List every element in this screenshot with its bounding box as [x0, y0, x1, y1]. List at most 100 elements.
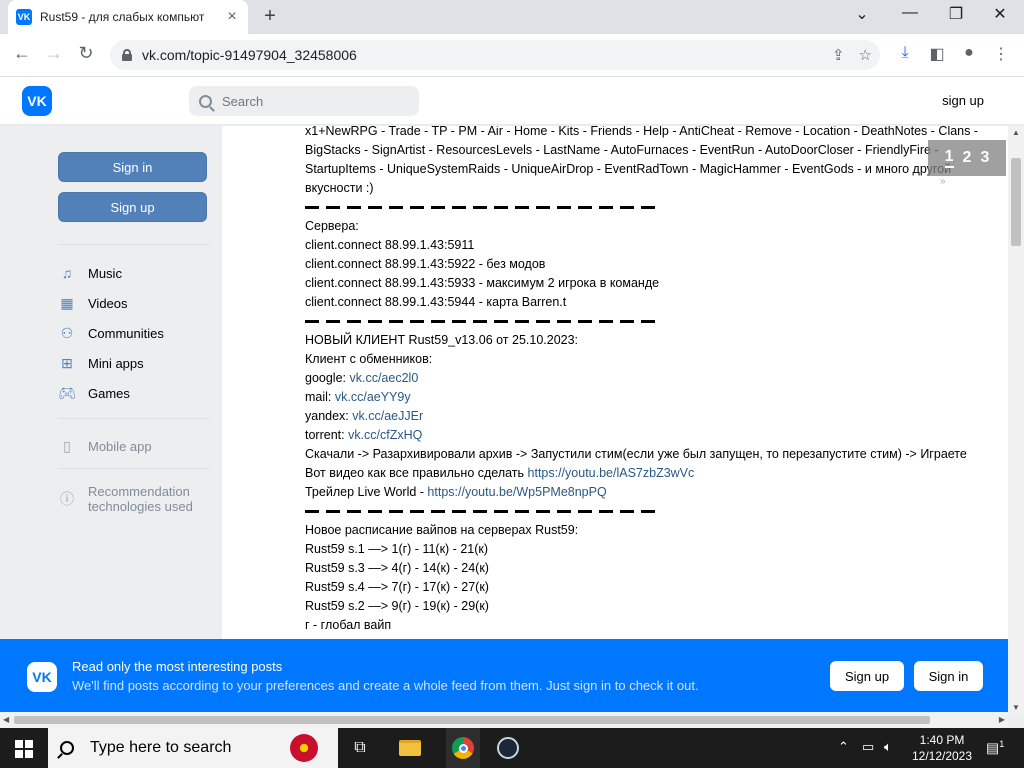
task-view-icon[interactable]: ⧉	[346, 734, 374, 762]
horizontal-scrollbar[interactable]: ◀ ▶	[0, 712, 1008, 728]
page-link-2[interactable]: 2	[963, 149, 972, 167]
network-icon[interactable]: ▭	[862, 739, 874, 755]
menu-kebab-icon[interactable]: ⋮	[990, 44, 1012, 64]
vertical-scroll-thumb[interactable]	[1011, 158, 1021, 246]
sign-in-button[interactable]: Sign in	[58, 152, 207, 182]
trailer-line: Трейлер Live World - https://youtu.be/Wp…	[305, 483, 1005, 502]
restore-icon[interactable]: ❐	[944, 4, 968, 24]
header-signup-link[interactable]: sign up	[942, 93, 984, 108]
file-explorer-icon[interactable]	[396, 734, 424, 762]
browser-toolbar: ← → ↻ vk.com/topic-91497904_32458006 ⇪ ☆…	[0, 34, 1024, 77]
side-panel-icon[interactable]: ◧	[926, 44, 948, 64]
sidebar-item-mobile-app[interactable]: ▯ Mobile app	[58, 437, 151, 455]
separator-line	[305, 312, 1005, 331]
minimize-icon[interactable]: —	[898, 4, 922, 22]
sidebar-item-recommendation[interactable]: ⓘ Recommendation technologies used	[58, 484, 193, 514]
trailer-link[interactable]: https://youtu.be/Wp5PMe8npPQ	[427, 485, 606, 499]
tray-overflow-icon[interactable]: ⌃	[838, 739, 849, 755]
vk-favicon-icon: VK	[16, 9, 32, 25]
mirror-line: google: vk.cc/aec2l0	[305, 369, 1005, 388]
forward-icon[interactable]: →	[42, 43, 66, 64]
sidebar: Sign in Sign up ♫ Music ▦ Videos ⚇ Commu…	[0, 126, 222, 640]
mini-apps-icon: ⊞	[61, 354, 73, 371]
wipe-line: Rust59 s.2 —> 9(г) - 19(к) - 29(к)	[305, 599, 489, 613]
sign-up-button[interactable]: Sign up	[58, 192, 207, 222]
sidebar-item-games[interactable]: 🎮︎ Games	[58, 384, 130, 402]
window-close-icon[interactable]: ✕	[988, 4, 1012, 24]
share-icon[interactable]: ⇪	[832, 46, 845, 64]
banner-sign-in-button[interactable]: Sign in	[914, 661, 983, 691]
close-tab-icon[interactable]: ×	[224, 8, 240, 26]
page-link-1[interactable]: 1	[944, 148, 954, 168]
recommendation-line-1: Recommendation	[88, 484, 190, 499]
scroll-right-icon[interactable]: ▶	[999, 715, 1005, 724]
address-bar[interactable]: vk.com/topic-91497904_32458006 ⇪ ☆	[110, 40, 880, 70]
poinsettia-icon	[290, 734, 318, 762]
trailer-text: Трейлер Live World -	[305, 485, 428, 499]
scroll-down-icon[interactable]: ▼	[1012, 703, 1020, 712]
sidebar-divider	[58, 244, 210, 245]
mirror-line: yandex: vk.cc/aeJJEr	[305, 407, 1005, 426]
sidebar-item-communities[interactable]: ⚇ Communities	[58, 324, 164, 342]
horizontal-scroll-thumb[interactable]	[14, 716, 930, 724]
video-link[interactable]: https://youtu.be/lAS7zbZ3wVc	[528, 466, 695, 480]
lock-icon[interactable]	[122, 49, 132, 61]
sidebar-item-music[interactable]: ♫ Music	[58, 264, 122, 282]
plugins-line: x1+NewRPG - Trade - TP - PM - Air - Home…	[305, 126, 979, 138]
browser-tab-bar: VK Rust59 - для слабых компьют × + ⌄ — ❐…	[0, 0, 1024, 34]
browser-tab[interactable]: VK Rust59 - для слабых компьют ×	[8, 0, 248, 34]
pager-more-link[interactable]: »	[940, 176, 946, 187]
mirror-line: mail: vk.cc/aeYY9y	[305, 388, 1005, 407]
wipe-note: г - глобал вайп	[305, 618, 392, 632]
taskbar-search-box[interactable]: Type here to search	[48, 728, 338, 768]
bookmark-star-icon[interactable]: ☆	[859, 46, 872, 64]
sidebar-item-videos[interactable]: ▦ Videos	[58, 294, 127, 312]
scroll-up-icon[interactable]: ▲	[1012, 128, 1020, 137]
steam-icon[interactable]	[494, 734, 522, 762]
mobile-phone-icon: ▯	[63, 437, 71, 454]
banner-subtitle: We'll find posts according to your prefe…	[72, 678, 699, 693]
new-tab-icon[interactable]: +	[258, 5, 282, 28]
plugins-line: BigStacks - SignArtist - ResourcesLevels…	[305, 143, 939, 157]
sidebar-item-label: Communities	[88, 325, 164, 341]
page-link-3[interactable]: 3	[980, 149, 989, 167]
games-icon: 🎮︎	[58, 384, 76, 401]
mirror-link[interactable]: vk.cc/aec2l0	[349, 371, 418, 385]
client-title: НОВЫЙ КЛИЕНТ Rust59_v13.06 от 25.10.2023…	[305, 333, 579, 347]
chrome-icon[interactable]	[446, 728, 480, 768]
profile-avatar-icon[interactable]: ●	[958, 44, 980, 62]
sidebar-item-mini-apps[interactable]: ⊞ Mini apps	[58, 354, 144, 372]
server-line: client.connect 88.99.1.43:5922 - без мод…	[305, 257, 546, 271]
wipe-line: Rust59 s.1 —> 1(г) - 11(к) - 21(к)	[305, 542, 489, 556]
video-text: Вот видео как все правильно сделать	[305, 466, 528, 480]
sidebar-divider	[58, 468, 210, 469]
taskbar-clock[interactable]: 1:40 PM 12/12/2023	[908, 732, 976, 764]
reload-icon[interactable]: ↻	[74, 43, 98, 64]
vk-logo[interactable]: VK	[22, 86, 52, 116]
back-icon[interactable]: ←	[10, 43, 34, 64]
download-icon[interactable]: ⤓	[894, 44, 916, 62]
vertical-scrollbar[interactable]: ▲ ▼	[1008, 126, 1024, 714]
windows-taskbar: Type here to search ⧉ ⌃ ▭ 🔈︎ 1:40 PM 12/…	[0, 728, 1024, 768]
server-line: client.connect 88.99.1.43:5933 - максиму…	[305, 276, 660, 290]
signin-promo-banner: VK Read only the most interesting posts …	[0, 639, 1008, 712]
client-subtitle: Клиент с обменников:	[305, 352, 433, 366]
mirror-link[interactable]: vk.cc/cfZxHQ	[348, 428, 422, 442]
vk-search-input[interactable]	[222, 93, 402, 109]
volume-muted-icon[interactable]: 🔈︎	[884, 739, 892, 755]
tab-title: Rust59 - для слабых компьют	[40, 10, 205, 24]
scroll-left-icon[interactable]: ◀	[3, 715, 9, 724]
mirror-link[interactable]: vk.cc/aeYY9y	[335, 390, 411, 404]
vk-search-box[interactable]	[189, 86, 419, 116]
search-icon	[199, 94, 212, 108]
sidebar-divider	[58, 418, 210, 419]
separator-line	[305, 198, 1005, 217]
banner-sign-up-button[interactable]: Sign up	[830, 661, 904, 691]
windows-start-icon[interactable]	[15, 740, 33, 758]
recommendation-line-2: technologies used	[88, 499, 193, 514]
notification-count: 1	[999, 739, 1005, 749]
mirror-link[interactable]: vk.cc/aeJJEr	[352, 409, 423, 423]
music-icon: ♫	[61, 265, 73, 281]
notifications-icon[interactable]: ▤1	[986, 739, 1004, 757]
tab-search-icon[interactable]: ⌄	[850, 4, 874, 24]
